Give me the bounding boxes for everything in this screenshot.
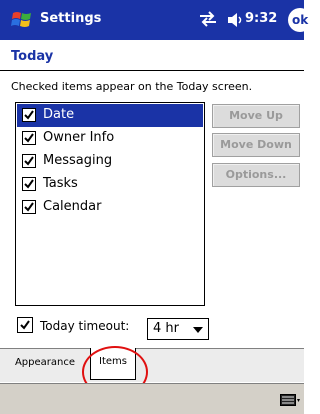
tab-items[interactable]: Items bbox=[90, 348, 136, 380]
keyboard-icon[interactable] bbox=[280, 393, 300, 407]
page-title: Today bbox=[11, 49, 54, 64]
chevron-down-icon bbox=[193, 327, 203, 333]
tab-strip: Appearance Items bbox=[0, 348, 304, 382]
list-item-label: Tasks bbox=[43, 176, 78, 191]
timeout-value: 4 hr bbox=[153, 321, 179, 336]
menu-bar bbox=[0, 383, 304, 414]
list-item-label: Date bbox=[43, 107, 75, 122]
list-item-label: Owner Info bbox=[43, 130, 115, 145]
speaker-icon[interactable] bbox=[226, 10, 244, 30]
list-item[interactable]: Tasks bbox=[17, 173, 203, 196]
clock[interactable]: 9:32 bbox=[245, 11, 277, 26]
today-timeout-label: Today timeout: bbox=[40, 319, 130, 333]
instruction-text: Checked items appear on the Today screen… bbox=[11, 80, 253, 93]
list-item[interactable]: Messaging bbox=[17, 150, 203, 173]
options-button[interactable]: Options... bbox=[212, 163, 300, 187]
title-bar: Settings 9:32 ok bbox=[0, 0, 312, 40]
today-items-list[interactable]: Date Owner Info Messaging Tasks Calendar bbox=[15, 102, 205, 306]
item-checkbox[interactable] bbox=[22, 108, 36, 122]
item-checkbox[interactable] bbox=[22, 131, 36, 145]
windows-flag-icon[interactable] bbox=[11, 9, 33, 31]
app-title[interactable]: Settings bbox=[40, 11, 101, 26]
list-item-label: Calendar bbox=[43, 199, 102, 214]
move-down-button[interactable]: Move Down bbox=[212, 133, 300, 157]
list-item-label: Messaging bbox=[43, 153, 113, 168]
list-item[interactable]: Calendar bbox=[17, 196, 203, 219]
item-checkbox[interactable] bbox=[22, 154, 36, 168]
list-item[interactable]: Owner Info bbox=[17, 127, 203, 150]
timeout-dropdown[interactable]: 4 hr bbox=[147, 318, 209, 340]
tab-appearance[interactable]: Appearance bbox=[2, 349, 88, 379]
today-timeout-checkbox[interactable] bbox=[17, 317, 33, 333]
item-checkbox[interactable] bbox=[22, 177, 36, 191]
list-item[interactable]: Date bbox=[17, 104, 203, 127]
item-checkbox[interactable] bbox=[22, 200, 36, 214]
connectivity-icon[interactable] bbox=[198, 9, 218, 29]
heading-divider bbox=[0, 70, 304, 71]
ok-button[interactable]: ok bbox=[288, 8, 312, 32]
move-up-button[interactable]: Move Up bbox=[212, 104, 300, 128]
